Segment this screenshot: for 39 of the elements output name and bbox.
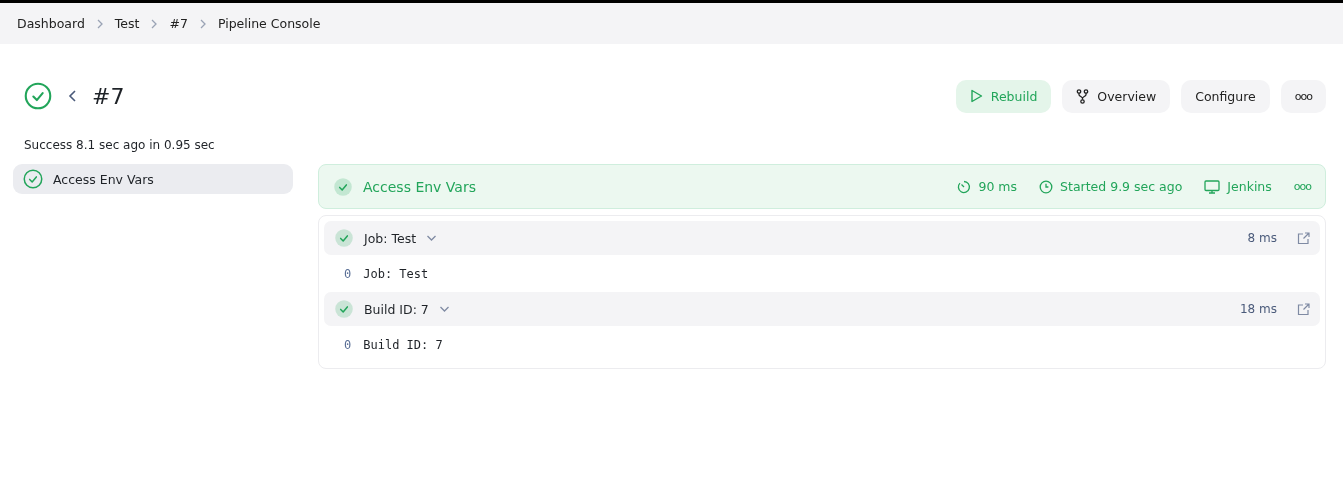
more-button[interactable]: ooo [1280,79,1326,113]
fork-icon [1076,88,1090,104]
step-duration: 18 ms [1239,302,1277,316]
line-number: 0 [344,337,352,352]
timer-icon [957,179,972,194]
check-icon [333,176,353,197]
external-link-icon[interactable] [1297,302,1310,316]
step-title: Job: Test [364,230,417,246]
monitor-icon [1204,179,1221,194]
stage-name: Access Env Vars [363,178,476,195]
build-summary: Success 8.1 sec ago in 0.95 sec [24,138,216,152]
check-icon [334,228,354,248]
step-header[interactable]: Build ID: 7 18 ms [324,292,1320,326]
check-icon [23,169,43,189]
stage-item[interactable]: Access Env Vars [13,164,293,194]
log-line: Build ID: 7 [363,337,443,352]
action-button[interactable]: Overview [1062,79,1171,113]
play-icon [969,89,983,103]
chevron-icon[interactable] [438,305,450,313]
external-link-icon[interactable] [1297,231,1310,245]
clock-icon [1039,179,1054,194]
log-line: Job: Test [363,266,429,281]
breadcrumb-link[interactable]: Pipeline Console [217,16,321,31]
line-number: 0 [344,266,352,281]
breadcrumb-link[interactable]: Dashboard [17,16,85,31]
action-button[interactable]: Configure [1181,79,1270,113]
stage-duration: 90 ms [978,179,1018,194]
step-header[interactable]: Job: Test 8 ms [324,221,1320,255]
back-chevron-icon[interactable] [68,89,78,103]
chevron-icon[interactable] [426,234,438,242]
check-icon [24,82,52,110]
agent-name: Jenkins [1227,179,1272,194]
stage-start-time: Started 9.9 sec ago [1060,179,1183,194]
breadcrumb-link[interactable]: Test [114,16,140,31]
step-title: Build ID: 7 [364,301,429,317]
check-icon [334,299,354,319]
build-title: #7 [92,83,125,109]
step-duration: 8 ms [1247,231,1277,245]
breadcrumb-link[interactable]: #7 [169,16,188,31]
